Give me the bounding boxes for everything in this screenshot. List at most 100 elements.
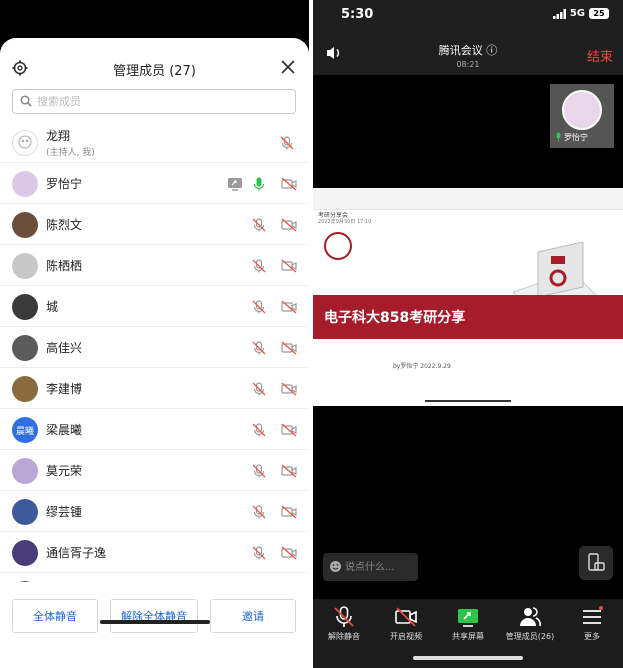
- list-item[interactable]: 城: [0, 286, 309, 327]
- member-management-screen: 管理成员 (27) 龙翔 (主持人, 我) 罗怡宁: [0, 0, 309, 668]
- member-list: 龙翔 (主持人, 我) 罗怡宁 陈烈文 陈栖栖 城 高佳兴 李建博 晨曦 梁晨曦…: [0, 122, 309, 582]
- slide-band: 电子科大858考研分享: [313, 295, 623, 339]
- share-screen-button[interactable]: 共享屏幕: [437, 605, 499, 647]
- video-off-icon[interactable]: [281, 299, 297, 315]
- list-item[interactable]: 陈栖栖: [0, 245, 309, 286]
- list-item[interactable]: 缪芸锺: [0, 491, 309, 532]
- mic-active-icon: [556, 132, 561, 142]
- avatar: [12, 335, 38, 361]
- slide-scroll-indicator: [425, 400, 511, 402]
- mic-muted-icon[interactable]: [251, 504, 267, 520]
- mic-muted-icon[interactable]: [251, 463, 267, 479]
- mic-active-icon[interactable]: [251, 176, 267, 192]
- avatar: [12, 499, 38, 525]
- participant-thumbnail[interactable]: 罗怡宁: [550, 84, 614, 148]
- toolbar-label: 开启视频: [390, 632, 422, 641]
- member-name: 陈栖栖: [46, 259, 83, 273]
- member-name: 李建博: [46, 382, 83, 396]
- mic-muted-icon[interactable]: [251, 422, 267, 438]
- list-item[interactable]: 通信胥子逸: [0, 532, 309, 573]
- chat-input[interactable]: [345, 559, 415, 575]
- video-off-icon[interactable]: [281, 504, 297, 520]
- mic-muted-icon[interactable]: [251, 217, 267, 233]
- battery-icon: 25: [589, 8, 609, 19]
- avatar: 晨曦: [12, 417, 38, 443]
- list-item[interactable]: 万恒: [0, 573, 309, 582]
- member-name: 龙翔: [46, 129, 71, 143]
- bottom-action-bar: 全体静音 解除全体静音 邀请: [0, 599, 309, 639]
- avatar: [562, 90, 602, 130]
- avatar: [12, 212, 38, 238]
- meeting-header: 5:30 5G 25 腾讯会议 ⓘ 08:21 结束: [313, 0, 623, 75]
- university-logo-icon: [324, 232, 352, 260]
- avatar: [12, 171, 38, 197]
- home-indicator[interactable]: [413, 656, 523, 660]
- avatar: [12, 458, 38, 484]
- list-item[interactable]: 李建博: [0, 368, 309, 409]
- mic-muted-icon[interactable]: [251, 545, 267, 561]
- mic-muted-icon[interactable]: [251, 258, 267, 274]
- video-off-icon[interactable]: [281, 258, 297, 274]
- app-root: 管理成员 (27) 龙翔 (主持人, 我) 罗怡宁: [0, 0, 623, 668]
- member-sheet: 管理成员 (27) 龙翔 (主持人, 我) 罗怡宁: [0, 38, 309, 668]
- more-icon: [583, 606, 603, 624]
- video-off-icon[interactable]: [281, 463, 297, 479]
- slide-headline: 电子科大858考研分享: [324, 310, 466, 326]
- shared-slide[interactable]: 考研分享会 2022年9月30日 17:10 电子科大858考研分享 by罗怡宁…: [313, 188, 623, 406]
- video-off-icon[interactable]: [281, 217, 297, 233]
- rotate-screen-button[interactable]: [579, 546, 613, 580]
- toolbar-label: 更多: [584, 632, 600, 641]
- list-item[interactable]: 龙翔 (主持人, 我): [0, 122, 309, 163]
- avatar: [12, 130, 38, 156]
- slide-byline: by罗怡宁 2022.9.29: [393, 363, 451, 370]
- unmute-all-button[interactable]: 解除全体静音: [110, 599, 198, 633]
- mic-muted-icon[interactable]: [251, 340, 267, 356]
- rotate-phone-icon: [588, 553, 605, 571]
- member-name: 高佳兴: [46, 341, 83, 355]
- end-meeting-button[interactable]: 结束: [587, 46, 613, 65]
- slide-doc-date: 2022年9月30日 17:10: [318, 219, 372, 225]
- video-off-icon[interactable]: [281, 545, 297, 561]
- close-icon[interactable]: [281, 60, 295, 74]
- video-off-icon[interactable]: [281, 381, 297, 397]
- list-item[interactable]: 罗怡宁: [0, 163, 309, 204]
- member-role: (主持人, 我): [46, 148, 95, 158]
- start-video-button[interactable]: 开启视频: [375, 605, 437, 647]
- list-item[interactable]: 高佳兴: [0, 327, 309, 368]
- toolbar-label: 解除静音: [328, 632, 360, 641]
- video-off-icon[interactable]: [281, 176, 297, 192]
- avatar: [12, 294, 38, 320]
- avatar: [12, 253, 38, 279]
- status-time: 5:30: [341, 7, 374, 22]
- member-name: 通信胥子逸: [46, 546, 107, 560]
- toolbar-label: 共享屏幕: [452, 632, 484, 641]
- emoji-icon[interactable]: [329, 560, 342, 573]
- search-input[interactable]: [37, 93, 287, 110]
- toolbar-label: 管理成员(26): [505, 632, 555, 641]
- video-off-icon[interactable]: [281, 340, 297, 356]
- mic-muted-icon[interactable]: [279, 135, 295, 151]
- unmute-button[interactable]: 解除静音: [313, 605, 375, 647]
- share-screen-icon[interactable]: [227, 176, 243, 192]
- list-item[interactable]: 莫元荣: [0, 450, 309, 491]
- signal-icon: [553, 9, 566, 19]
- list-item[interactable]: 陈烈文: [0, 204, 309, 245]
- manage-members-button[interactable]: 管理成员(26): [499, 605, 561, 647]
- home-indicator[interactable]: [100, 620, 210, 624]
- list-item[interactable]: 晨曦 梁晨曦: [0, 409, 309, 450]
- avatar: [12, 540, 38, 566]
- mute-all-button[interactable]: 全体静音: [12, 599, 98, 633]
- mic-muted-icon[interactable]: [251, 299, 267, 315]
- meeting-title[interactable]: 腾讯会议 ⓘ: [313, 42, 623, 58]
- slide-toolbar: [313, 188, 623, 210]
- search-icon: [20, 95, 32, 107]
- member-name: 莫元荣: [46, 464, 83, 478]
- member-name: 梁晨曦: [46, 423, 83, 437]
- more-button[interactable]: 更多: [561, 605, 623, 647]
- video-off-icon[interactable]: [281, 422, 297, 438]
- avatar: [12, 581, 38, 582]
- meeting-duration: 08:21: [456, 60, 480, 69]
- invite-button[interactable]: 邀请: [210, 599, 296, 633]
- mic-muted-icon[interactable]: [251, 381, 267, 397]
- avatar: [12, 376, 38, 402]
